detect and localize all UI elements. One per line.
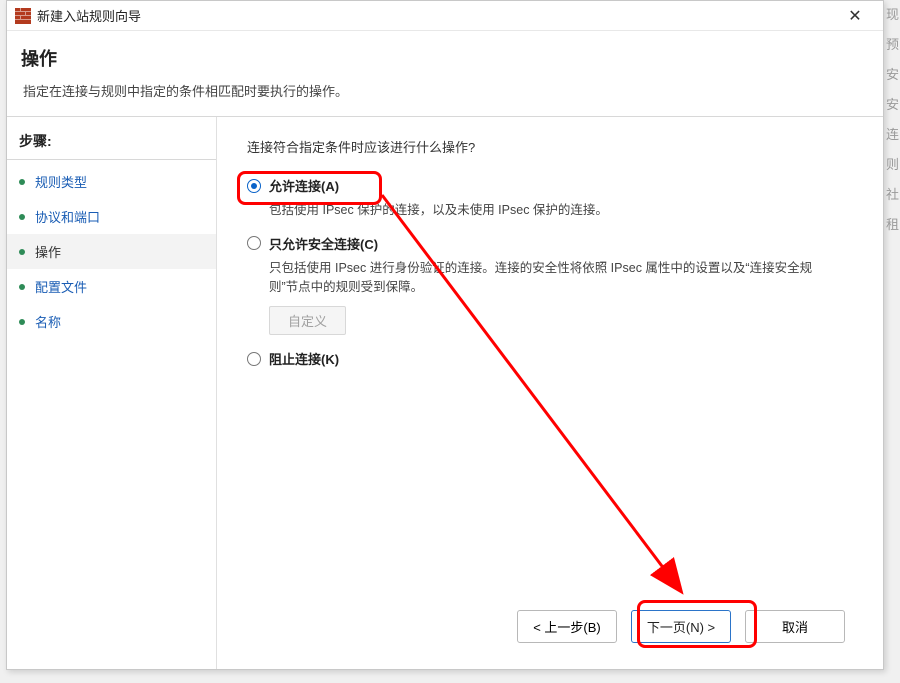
step-action[interactable]: 操作	[7, 234, 216, 269]
customize-button: 自定义	[269, 306, 346, 335]
wizard-body: 步骤: 规则类型 协议和端口 操作 配置文件 名称	[7, 116, 883, 669]
radio-block[interactable]	[247, 352, 261, 366]
step-label: 协议和端口	[35, 207, 100, 226]
step-label: 规则类型	[35, 172, 87, 191]
bullet-icon	[19, 319, 25, 325]
close-button[interactable]: ✕	[835, 2, 875, 30]
cancel-button[interactable]: 取消	[745, 610, 845, 643]
step-name[interactable]: 名称	[7, 304, 216, 339]
option-allow-desc: 包括使用 IPsec 保护的连接，以及未使用 IPsec 保护的连接。	[269, 201, 829, 220]
option-allow-row[interactable]: 允许连接(A)	[247, 176, 855, 195]
option-block-label: 阻止连接(K)	[269, 349, 339, 368]
wizard-window: 新建入站规则向导 ✕ 操作 指定在连接与规则中指定的条件相匹配时要执行的操作。 …	[6, 0, 884, 670]
option-allow-label: 允许连接(A)	[269, 176, 339, 195]
footer-buttons: < 上一步(B) 下一页(N) > 取消	[247, 596, 855, 659]
option-allow-secure: 只允许安全连接(C) 只包括使用 IPsec 进行身份验证的连接。连接的安全性将…	[247, 234, 855, 336]
steps-heading: 步骤:	[7, 127, 216, 160]
next-button[interactable]: 下一页(N) >	[631, 610, 731, 643]
bullet-icon	[19, 249, 25, 255]
option-allow-secure-label: 只允许安全连接(C)	[269, 234, 378, 253]
option-allow-secure-desc: 只包括使用 IPsec 进行身份验证的连接。连接的安全性将依照 IPsec 属性…	[269, 259, 829, 297]
bullet-icon	[19, 284, 25, 290]
titlebar: 新建入站规则向导 ✕	[7, 1, 883, 31]
step-protocol-port[interactable]: 协议和端口	[7, 199, 216, 234]
back-button[interactable]: < 上一步(B)	[517, 610, 617, 643]
background-crop: 现 预 安 安 连 则 社 租	[886, 0, 900, 680]
radio-allow-secure[interactable]	[247, 236, 261, 250]
option-block-row[interactable]: 阻止连接(K)	[247, 349, 855, 368]
radio-allow[interactable]	[247, 179, 261, 193]
back-label: < 上一步(B)	[533, 617, 601, 636]
next-label: 下一页(N) >	[647, 617, 715, 636]
page-title: 操作	[21, 45, 869, 71]
wizard-header: 操作 指定在连接与规则中指定的条件相匹配时要执行的操作。	[7, 31, 883, 116]
step-label: 名称	[35, 312, 61, 331]
firewall-icon	[15, 8, 31, 24]
option-block: 阻止连接(K)	[247, 349, 855, 368]
action-question: 连接符合指定条件时应该进行什么操作?	[247, 137, 855, 156]
content-pane: 连接符合指定条件时应该进行什么操作? 允许连接(A) 包括使用 IPsec 保护…	[217, 117, 883, 669]
step-label: 操作	[35, 242, 61, 261]
steps-pane: 步骤: 规则类型 协议和端口 操作 配置文件 名称	[7, 117, 217, 669]
option-allow: 允许连接(A) 包括使用 IPsec 保护的连接，以及未使用 IPsec 保护的…	[247, 176, 855, 220]
step-rule-type[interactable]: 规则类型	[7, 164, 216, 199]
cancel-label: 取消	[782, 617, 808, 636]
step-label: 配置文件	[35, 277, 87, 296]
page-subtitle: 指定在连接与规则中指定的条件相匹配时要执行的操作。	[21, 81, 869, 100]
bullet-icon	[19, 179, 25, 185]
step-profile[interactable]: 配置文件	[7, 269, 216, 304]
bullet-icon	[19, 214, 25, 220]
option-allow-secure-row[interactable]: 只允许安全连接(C)	[247, 234, 855, 253]
window-title: 新建入站规则向导	[37, 6, 835, 25]
